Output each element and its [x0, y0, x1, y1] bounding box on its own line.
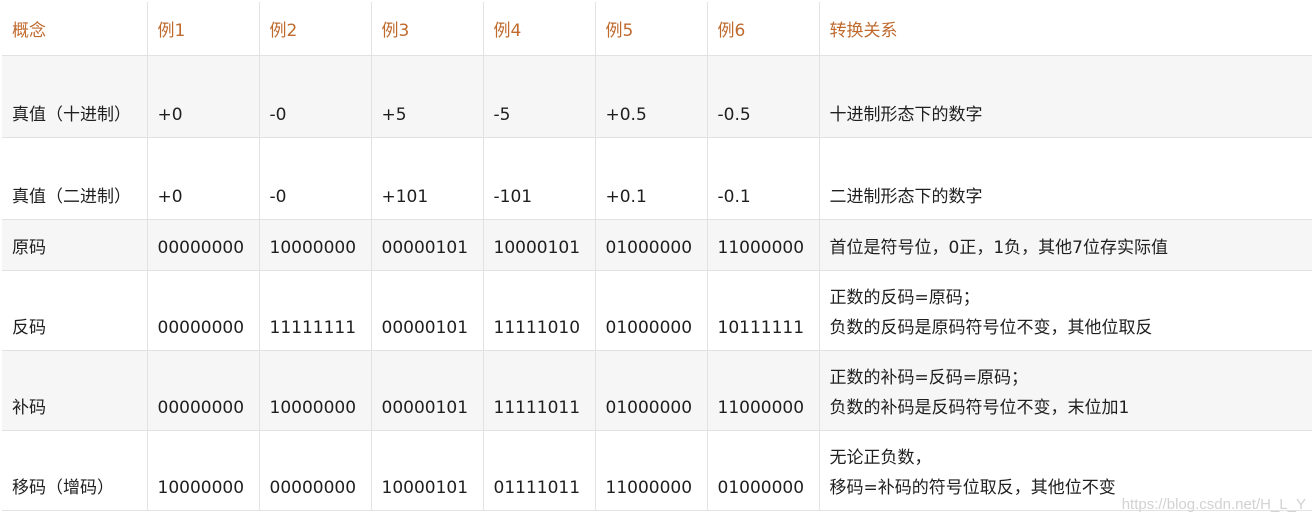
example-cell: 01000000 — [595, 219, 708, 271]
example-cell: 10000000 — [259, 219, 372, 271]
example-cell: 10000000 — [259, 350, 372, 431]
example-cell: 11000000 — [707, 350, 820, 431]
example-cell: -5 — [483, 55, 596, 138]
example-cell: 11000000 — [595, 430, 708, 511]
relation-cell: 十进制形态下的数字 — [819, 55, 1312, 138]
relation-line: 负数的补码是反码符号位不变，末位加1 — [829, 398, 1130, 418]
concept-cell: 反码 — [2, 270, 148, 351]
example-cell: 00000000 — [147, 350, 260, 431]
example-cell: -0.5 — [707, 55, 820, 138]
example-cell: 10000101 — [371, 430, 484, 511]
relation-line: 无论正负数， — [829, 448, 932, 468]
example-cell: -0 — [259, 55, 372, 138]
example-cell: 01111011 — [483, 430, 596, 511]
relation-cell: 二进制形态下的数字 — [819, 137, 1312, 220]
relation-cell: 正数的补码=反码=原码； 负数的补码是反码符号位不变，末位加1 — [819, 350, 1312, 431]
concept-cell: 移码（增码） — [2, 430, 148, 511]
relation-line: 正数的反码=原码； — [829, 288, 980, 308]
example-cell: +101 — [371, 137, 484, 220]
header-example-6: 例6 — [707, 2, 820, 56]
table-row: 真值（二进制） +0 -0 +101 -101 +0.1 -0.1 二进制形态下… — [2, 137, 1312, 220]
table-row: 补码 00000000 10000000 00000101 11111011 0… — [2, 350, 1312, 431]
relation-line: 二进制形态下的数字 — [829, 187, 983, 207]
example-cell: 00000000 — [147, 219, 260, 271]
relation-cell: 正数的反码=原码； 负数的反码是原码符号位不变，其他位取反 — [819, 270, 1312, 351]
example-cell: +0 — [147, 137, 260, 220]
table-row: 反码 00000000 11111111 00000101 11111010 0… — [2, 270, 1312, 351]
example-cell: -0.1 — [707, 137, 820, 220]
encoding-table: 概念 例1 例2 例3 例4 例5 例6 转换关系 真值（十进制） +0 -0 … — [2, 2, 1312, 511]
example-cell: 01000000 — [595, 350, 708, 431]
example-cell: 11000000 — [707, 219, 820, 271]
example-cell: +0.1 — [595, 137, 708, 220]
example-cell: 10111111 — [707, 270, 820, 351]
example-cell: +5 — [371, 55, 484, 138]
concept-cell: 原码 — [2, 219, 148, 271]
example-cell: +0.5 — [595, 55, 708, 138]
header-example-4: 例4 — [483, 2, 596, 56]
example-cell: 11111010 — [483, 270, 596, 351]
example-cell: 10000000 — [147, 430, 260, 511]
header-row: 概念 例1 例2 例3 例4 例5 例6 转换关系 — [2, 2, 1312, 56]
example-cell: 01000000 — [595, 270, 708, 351]
concept-cell: 真值（十进制） — [2, 55, 148, 138]
example-cell: 00000101 — [371, 270, 484, 351]
concept-cell: 真值（二进制） — [2, 137, 148, 220]
example-cell: -0 — [259, 137, 372, 220]
example-cell: 11111011 — [483, 350, 596, 431]
example-cell: 01000000 — [707, 430, 820, 511]
concept-cell: 补码 — [2, 350, 148, 431]
table-row: 移码（增码） 10000000 00000000 10000101 011110… — [2, 430, 1312, 511]
example-cell: 00000000 — [259, 430, 372, 511]
header-example-5: 例5 — [595, 2, 708, 56]
header-concept: 概念 — [2, 2, 148, 56]
relation-line: 正数的补码=反码=原码； — [829, 368, 1029, 388]
example-cell: 00000101 — [371, 350, 484, 431]
example-cell: -101 — [483, 137, 596, 220]
relation-line: 负数的反码是原码符号位不变，其他位取反 — [829, 318, 1153, 338]
example-cell: 00000000 — [147, 270, 260, 351]
example-cell: 11111111 — [259, 270, 372, 351]
header-example-1: 例1 — [147, 2, 260, 56]
example-cell: 10000101 — [483, 219, 596, 271]
relation-line: 首位是符号位，0正，1负，其他7位存实际值 — [829, 238, 1168, 258]
table-row: 真值（十进制） +0 -0 +5 -5 +0.5 -0.5 十进制形态下的数字 — [2, 55, 1312, 138]
relation-cell: 首位是符号位，0正，1负，其他7位存实际值 — [819, 219, 1312, 271]
relation-line: 移码=补码的符号位取反，其他位不变 — [829, 478, 1116, 498]
example-cell: 00000101 — [371, 219, 484, 271]
relation-cell: 无论正负数， 移码=补码的符号位取反，其他位不变 — [819, 430, 1312, 511]
header-example-3: 例3 — [371, 2, 484, 56]
example-cell: +0 — [147, 55, 260, 138]
header-relation: 转换关系 — [819, 2, 1312, 56]
table-row: 原码 00000000 10000000 00000101 10000101 0… — [2, 219, 1312, 271]
relation-line: 十进制形态下的数字 — [829, 105, 983, 125]
header-example-2: 例2 — [259, 2, 372, 56]
